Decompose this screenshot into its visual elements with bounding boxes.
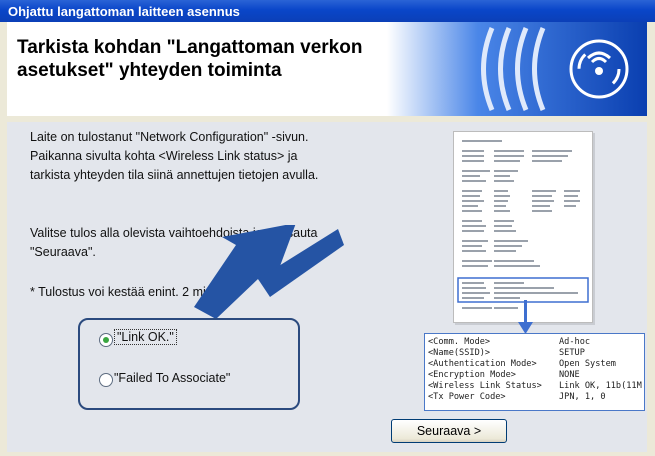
instruction-line: tarkista yhteyden tila siinä annettujen … <box>30 168 319 182</box>
window-title: Ohjattu langattoman laitteen asennus <box>8 4 240 19</box>
page-title: Tarkista kohdan "Langattoman verkon aset… <box>17 37 363 81</box>
pointer-arrow-icon <box>194 225 344 319</box>
instruction-line: "Seuraava". <box>30 245 96 259</box>
wireless-signal-icon <box>387 22 647 116</box>
detail-key: <Name(SSID)> <box>428 348 491 358</box>
next-button[interactable]: Seuraava > <box>391 419 507 443</box>
network-config-page-image <box>453 131 593 323</box>
link-ok-option[interactable]: "Link OK." <box>114 329 177 345</box>
title-bar: Ohjattu langattoman laitteen asennus <box>0 0 655 22</box>
link-ok-label: "Link OK." <box>114 329 177 345</box>
detail-key: <Wireless Link Status> <box>428 381 542 391</box>
detail-value: SETUP <box>559 348 585 358</box>
failed-to-associate-radio[interactable] <box>99 373 113 387</box>
header-banner: Tarkista kohdan "Langattoman verkon aset… <box>7 22 647 116</box>
link-ok-radio[interactable] <box>99 333 113 347</box>
detail-key: <Authentication Mode> <box>428 359 537 369</box>
config-detail-box: <Comm. Mode> Ad-hoc <Name(SSID)> SETUP <… <box>424 333 645 411</box>
wizard-window: Ohjattu langattoman laitteen asennus Tar… <box>0 0 655 456</box>
printed-page-lines <box>457 140 589 309</box>
detail-value: JPN, 1, 0 <box>559 392 606 402</box>
next-button-label: Seuraava > <box>416 424 482 438</box>
detail-key: <Encryption Mode> <box>428 370 516 380</box>
down-arrow-icon <box>518 300 533 334</box>
detail-key: <Tx Power Code> <box>428 392 506 402</box>
failed-to-associate-option[interactable]: "Failed To Associate" <box>114 371 230 385</box>
instruction-line: Paikanna sivulta kohta <Wireless Link st… <box>30 149 298 163</box>
detail-value: Open System <box>559 359 616 369</box>
detail-value: Link OK, 11b(11M <box>559 381 642 391</box>
detail-key: <Comm. Mode> <box>428 337 491 347</box>
detail-value: Ad-hoc <box>559 337 591 347</box>
detail-value: NONE <box>559 370 580 380</box>
failed-to-associate-label: "Failed To Associate" <box>114 371 231 385</box>
options-group <box>78 318 300 410</box>
instruction-line: Laite on tulostanut "Network Configurati… <box>30 130 309 144</box>
